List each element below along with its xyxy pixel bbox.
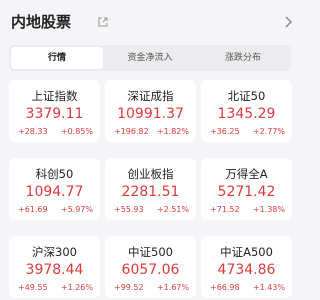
index-card[interactable]: 上证指数 3379.11 +28.33 +0.85% <box>9 80 100 142</box>
index-change: +99.52 <box>114 283 144 292</box>
index-value: 2281.51 <box>121 184 180 200</box>
index-change-percent: +2.77% <box>252 127 285 136</box>
index-card[interactable]: 中证500 6057.06 +99.52 +1.67% <box>105 236 196 298</box>
index-card[interactable]: 深证成指 10991.37 +196.82 +1.82% <box>105 80 196 142</box>
index-change-percent: +1.38% <box>252 205 285 214</box>
index-value: 3978.44 <box>25 262 84 278</box>
index-change-percent: +1.43% <box>252 283 285 292</box>
index-change-percent: +0.85% <box>60 127 93 136</box>
index-card[interactable]: 万得全A 5271.42 +71.52 +1.38% <box>201 158 292 220</box>
index-value: 1094.77 <box>25 184 84 200</box>
index-name: 北证50 <box>227 89 266 103</box>
index-change-percent: +1.26% <box>60 283 93 292</box>
index-name: 科创50 <box>35 167 74 181</box>
index-change: +28.33 <box>18 127 48 136</box>
index-change-percent: +1.82% <box>156 127 189 136</box>
index-change: +71.52 <box>210 205 240 214</box>
index-card[interactable]: 北证50 1345.29 +36.25 +2.77% <box>201 80 292 142</box>
index-change: +61.69 <box>18 205 48 214</box>
tab-quotes[interactable]: 行情 <box>11 47 103 69</box>
index-change: +196.82 <box>114 127 149 136</box>
tab-net-inflow[interactable]: 资金净流入 <box>104 47 196 69</box>
tab-distribution[interactable]: 涨跌分布 <box>197 47 289 69</box>
index-card[interactable]: 创业板指 2281.51 +55.93 +2.51% <box>105 158 196 220</box>
index-value: 1345.29 <box>217 106 276 122</box>
index-card[interactable]: 科创50 1094.77 +61.69 +5.97% <box>9 158 100 220</box>
index-change: +49.55 <box>18 283 48 292</box>
chevron-right-icon[interactable] <box>284 16 292 28</box>
index-name: 深证成指 <box>127 89 174 103</box>
index-name: 中证500 <box>128 245 173 259</box>
index-name: 中证A500 <box>220 245 273 259</box>
index-name: 上证指数 <box>31 89 78 103</box>
index-card[interactable]: 中证A500 4734.86 +66.98 +1.43% <box>201 236 292 298</box>
index-change: +55.93 <box>114 205 144 214</box>
index-value: 4734.86 <box>217 262 276 278</box>
index-value: 5271.42 <box>217 184 276 200</box>
index-value: 6057.06 <box>121 262 180 278</box>
index-value: 10991.37 <box>117 106 184 122</box>
index-change-percent: +1.67% <box>156 283 189 292</box>
section-title: 内地股票 <box>11 13 72 31</box>
index-change-percent: +5.97% <box>60 205 93 214</box>
index-change-percent: +2.51% <box>156 205 189 214</box>
index-card[interactable]: 沪深300 3978.44 +49.55 +1.26% <box>9 236 100 298</box>
index-change: +66.98 <box>210 283 240 292</box>
share-icon[interactable] <box>97 16 109 28</box>
index-value: 3379.11 <box>25 106 84 122</box>
index-change: +36.25 <box>210 127 240 136</box>
index-name: 万得全A <box>225 167 268 181</box>
section-header: 内地股票 <box>0 0 300 44</box>
tab-bar: 行情 资金净流入 涨跌分布 <box>9 45 291 71</box>
index-name: 沪深300 <box>32 245 77 259</box>
index-name: 创业板指 <box>127 167 174 181</box>
